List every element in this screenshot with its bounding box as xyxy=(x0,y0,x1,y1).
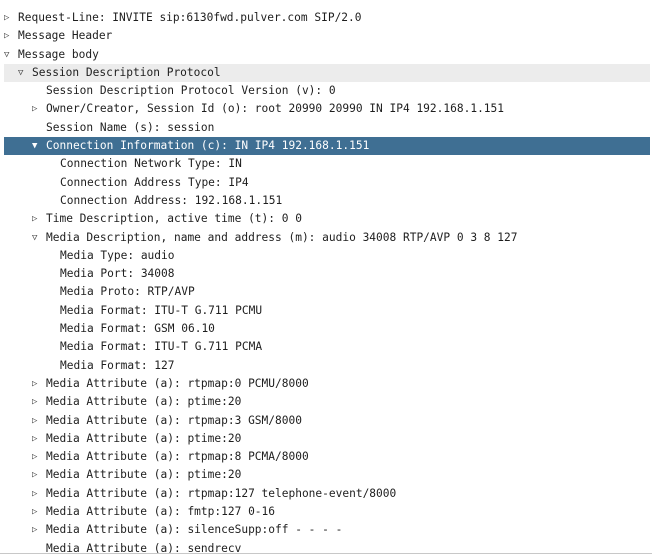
tree-row-label: Request-Line: INVITE sip:6130fwd.pulver.… xyxy=(18,11,362,24)
tree-row-label: Media Attribute (a): ptime:20 xyxy=(46,395,242,409)
tree-row[interactable]: Connection Address: 192.168.1.151 xyxy=(4,192,650,210)
expand-triangle-icon[interactable]: ▷ xyxy=(32,485,46,503)
tree-row-label: Owner/Creator, Session Id (o): root 2099… xyxy=(46,102,505,116)
tree-row-label: Media Format: ITU-T G.711 PCMA xyxy=(60,340,263,354)
tree-row[interactable]: ▷ Message Header xyxy=(4,27,650,45)
tree-row-label: Message body xyxy=(18,47,99,61)
expand-triangle-icon[interactable]: ▷ xyxy=(32,412,46,430)
tree-row-label: Connection Network Type: IN xyxy=(60,157,242,171)
tree-row[interactable]: Media Format: GSM 06.10 xyxy=(4,320,650,338)
tree-row-label: Media Attribute (a): rtpmap:8 PCMA/8000 xyxy=(46,450,309,464)
expand-triangle-icon[interactable]: ▷ xyxy=(32,393,46,411)
tree-row[interactable]: Media Port: 34008 xyxy=(4,265,650,283)
expand-triangle-icon[interactable]: ▷ xyxy=(32,100,46,118)
tree-row-label: Session Description Protocol xyxy=(32,65,221,79)
tree-row[interactable]: Media Format: ITU-T G.711 PCMU xyxy=(4,302,650,320)
tree-row[interactable]: ▷ Media Attribute (a): rtpmap:3 GSM/8000 xyxy=(4,412,650,430)
tree-row[interactable]: ▷ Media Attribute (a): ptime:20 xyxy=(4,393,650,411)
tree-row[interactable]: ▷ Time Description, active time (t): 0 0 xyxy=(4,210,650,228)
tree-row-label: Media Port: 34008 xyxy=(60,267,175,281)
packet-details-tree: ▷ Request-Line: INVITE sip:6130fwd.pulver… xyxy=(4,9,650,558)
tree-row-label: Media Attribute (a): rtpmap:0 PCMU/8000 xyxy=(46,376,309,390)
tree-row[interactable]: ▷ Media Attribute (a): fmtp:127 0-16 xyxy=(4,503,650,521)
tree-row[interactable]: Media Format: 127 xyxy=(4,357,650,375)
tree-row[interactable]: Media Type: audio xyxy=(4,247,650,265)
tree-row-label: Connection Address: 192.168.1.151 xyxy=(60,193,283,207)
tree-row[interactable]: ▽ Session Description Protocol xyxy=(4,63,650,83)
tree-row-label: Time Description, active time (t): 0 0 xyxy=(46,212,302,226)
expand-triangle-icon[interactable]: ▷ xyxy=(4,9,18,27)
expand-triangle-icon[interactable]: ▷ xyxy=(32,466,46,484)
tree-row[interactable]: ▷ Media Attribute (a): rtpmap:0 PCMU/8000 xyxy=(4,375,650,393)
tree-row-label: Media Attribute (a): rtpmap:127 telephon… xyxy=(46,486,397,500)
tree-row-label: Media Attribute (a): rtpmap:3 GSM/8000 xyxy=(46,413,302,427)
tree-row-label: Message Header xyxy=(18,29,113,43)
collapse-triangle-icon[interactable]: ▽ xyxy=(18,64,32,82)
tree-row[interactable]: ▷ Media Attribute (a): ptime:20 xyxy=(4,430,650,448)
tree-row[interactable]: ▷ Media Attribute (a): silenceSupp:off - … xyxy=(4,521,650,539)
tree-row-label: Media Format: ITU-T G.711 PCMU xyxy=(60,303,263,317)
tree-row[interactable]: Connection Network Type: IN xyxy=(4,155,650,173)
tree-row-label: Media Format: GSM 06.10 xyxy=(60,322,215,336)
expand-triangle-icon[interactable]: ▷ xyxy=(32,430,46,448)
expand-triangle-icon[interactable]: ▷ xyxy=(32,503,46,521)
tree-row-label: Media Attribute (a): fmtp:127 0-16 xyxy=(46,505,276,519)
expand-triangle-icon[interactable]: ▷ xyxy=(32,375,46,393)
tree-row-label: Media Attribute (a): ptime:20 xyxy=(46,431,242,445)
collapse-triangle-icon[interactable]: ▼ xyxy=(32,137,46,155)
tree-row[interactable]: ▷ Media Attribute (a): ptime:20 xyxy=(4,466,650,484)
tree-row-label: Media Proto: RTP/AVP xyxy=(60,285,195,299)
tree-row[interactable]: ▷ Owner/Creator, Session Id (o): root 209… xyxy=(4,100,650,118)
tree-row-label: Media Description, name and address (m):… xyxy=(46,230,518,244)
collapse-triangle-icon[interactable]: ▽ xyxy=(4,46,18,64)
tree-row[interactable]: ▽ Media Description, name and address (m)… xyxy=(4,229,650,247)
tree-row-label: Session Description Protocol Version (v)… xyxy=(46,84,336,98)
tree-row[interactable]: Media Attribute (a): sendrecv xyxy=(4,540,650,558)
tree-row-label: Media Attribute (a): ptime:20 xyxy=(46,468,242,482)
tree-row-label: Media Format: 127 xyxy=(60,358,175,372)
collapse-triangle-icon[interactable]: ▽ xyxy=(32,229,46,247)
tree-row[interactable]: Media Proto: RTP/AVP xyxy=(4,283,650,301)
tree-row[interactable]: ▷ Media Attribute (a): rtpmap:8 PCMA/8000 xyxy=(4,448,650,466)
tree-row-label: Media Attribute (a): silenceSupp:off - -… xyxy=(46,523,343,537)
tree-row[interactable]: ▷ Media Attribute (a): rtpmap:127 telepho… xyxy=(4,485,650,503)
tree-row[interactable]: ▼ Connection Information (c): IN IP4 192.… xyxy=(4,137,650,156)
expand-triangle-icon[interactable]: ▷ xyxy=(4,27,18,45)
tree-row-label: Media Type: audio xyxy=(60,248,175,262)
tree-row[interactable]: Media Format: ITU-T G.711 PCMA xyxy=(4,338,650,356)
tree-row-label: Connection Information (c): IN IP4 192.1… xyxy=(46,139,370,153)
tree-row[interactable]: Session Name (s): session xyxy=(4,119,650,137)
tree-row-label: Session Name (s): session xyxy=(46,120,215,134)
tree-row-label: Connection Address Type: IP4 xyxy=(60,175,249,189)
tree-row[interactable]: Connection Address Type: IP4 xyxy=(4,174,650,192)
expand-triangle-icon[interactable]: ▷ xyxy=(32,448,46,466)
tree-row[interactable]: Session Description Protocol Version (v)… xyxy=(4,82,650,100)
expand-triangle-icon[interactable]: ▷ xyxy=(32,210,46,228)
expand-triangle-icon[interactable]: ▷ xyxy=(32,521,46,539)
tree-row-label: Media Attribute (a): sendrecv xyxy=(46,541,242,555)
tree-row[interactable]: ▷ Request-Line: INVITE sip:6130fwd.pulver… xyxy=(4,9,650,27)
tree-row[interactable]: ▽ Message body xyxy=(4,46,650,64)
